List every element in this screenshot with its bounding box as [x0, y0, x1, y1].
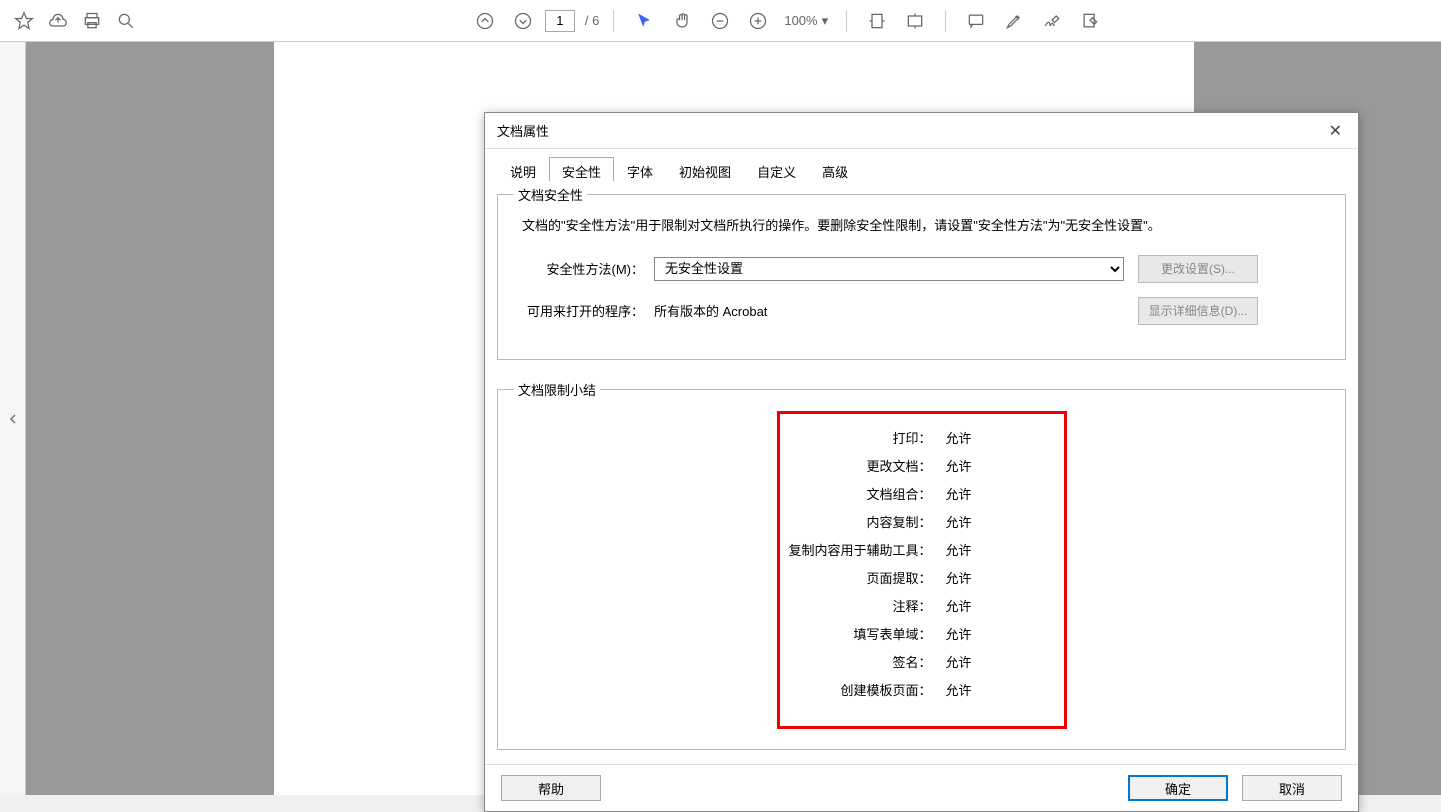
tab-advanced[interactable]: 高级 [809, 157, 861, 181]
arrow-tool-icon[interactable] [628, 5, 660, 37]
print-icon[interactable] [76, 5, 108, 37]
cloud-upload-icon[interactable] [42, 5, 74, 37]
summary-fieldset: 文档限制小结 打印：允许更改文档：允许文档组合：允许内容复制：允许复制内容用于辅… [497, 380, 1346, 750]
page-total: / 6 [585, 13, 599, 28]
change-settings-button[interactable]: 更改设置(S)... [1138, 255, 1258, 283]
comment-icon[interactable] [960, 5, 992, 37]
separator [846, 10, 847, 32]
summary-value: 允许 [946, 512, 972, 531]
summary-label: 文档组合： [780, 484, 940, 503]
summary-row: 创建模板页面： 允许 [780, 676, 1064, 704]
summary-row: 文档组合： 允许 [780, 480, 1064, 508]
dialog-footer: 帮助 确定 取消 [485, 764, 1358, 811]
summary-row: 更改文档： 允许 [780, 452, 1064, 480]
summary-label: 页面提取： [780, 568, 940, 587]
summary-row: 签名： 允许 [780, 648, 1064, 676]
toolbar-center: / 6 100% ▾ [142, 5, 1433, 37]
tab-security[interactable]: 安全性 [549, 157, 614, 181]
open-with-value: 所有版本的 Acrobat [654, 301, 1124, 320]
summary-label: 签名： [780, 652, 940, 671]
summary-row: 内容复制： 允许 [780, 508, 1064, 536]
open-with-label: 可用来打开的程序： [514, 301, 654, 320]
page-number-input[interactable] [545, 10, 575, 32]
cancel-button[interactable]: 取消 [1242, 775, 1342, 801]
summary-value: 允许 [946, 568, 972, 587]
hand-tool-icon[interactable] [666, 5, 698, 37]
separator [945, 10, 946, 32]
summary-label: 注释： [780, 596, 940, 615]
page-down-icon[interactable] [507, 5, 539, 37]
summary-row: 填写表单域： 允许 [780, 620, 1064, 648]
sidebar-expand-handle[interactable] [0, 42, 26, 795]
zoom-out-icon[interactable] [704, 5, 736, 37]
close-icon[interactable]: ✕ [1325, 117, 1346, 145]
tab-custom[interactable]: 自定义 [744, 157, 809, 181]
security-description: 文档的"安全性方法"用于限制对文档所执行的操作。要删除安全性限制，请设置"安全性… [514, 216, 1329, 237]
red-highlight-box: 打印：允许更改文档：允许文档组合：允许内容复制：允许复制内容用于辅助工具：允许页… [777, 411, 1067, 729]
security-method-label: 安全性方法(M)： [514, 259, 654, 278]
summary-row: 注释： 允许 [780, 592, 1064, 620]
search-icon[interactable] [110, 5, 142, 37]
summary-label: 打印： [780, 428, 940, 447]
summary-label: 填写表单域： [780, 624, 940, 643]
main-toolbar: / 6 100% ▾ [0, 0, 1441, 42]
toolbar-left [8, 5, 142, 37]
document-properties-dialog: 文档属性 ✕ 说明 安全性 字体 初始视图 自定义 高级 文档安全性 文档的"安… [484, 112, 1359, 812]
summary-row: 打印： 允许 [780, 424, 1064, 452]
edit-icon[interactable] [1074, 5, 1106, 37]
summary-value: 允许 [946, 540, 972, 559]
security-legend: 文档安全性 [514, 185, 587, 204]
help-button[interactable]: 帮助 [501, 775, 601, 801]
summary-legend: 文档限制小结 [514, 380, 600, 399]
summary-value: 允许 [946, 652, 972, 671]
security-fieldset: 文档安全性 文档的"安全性方法"用于限制对文档所执行的操作。要删除安全性限制，请… [497, 185, 1346, 360]
summary-value: 允许 [946, 596, 972, 615]
security-method-select[interactable]: 无安全性设置 [654, 257, 1124, 281]
summary-value: 允许 [946, 680, 972, 699]
dialog-body: 文档安全性 文档的"安全性方法"用于限制对文档所执行的操作。要删除安全性限制，请… [485, 185, 1358, 755]
zoom-level[interactable]: 100% ▾ [784, 13, 828, 29]
fit-page-icon[interactable] [899, 5, 931, 37]
show-details-button[interactable]: 显示详细信息(D)... [1138, 297, 1258, 325]
summary-row: 复制内容用于辅助工具： 允许 [780, 536, 1064, 564]
sign-icon[interactable] [1036, 5, 1068, 37]
star-icon[interactable] [8, 5, 40, 37]
summary-value: 允许 [946, 428, 972, 447]
tab-initial-view[interactable]: 初始视图 [666, 157, 744, 181]
summary-label: 创建模板页面： [780, 680, 940, 699]
highlight-icon[interactable] [998, 5, 1030, 37]
summary-label: 复制内容用于辅助工具： [780, 540, 940, 559]
ok-button[interactable]: 确定 [1128, 775, 1228, 801]
security-method-row: 安全性方法(M)： 无安全性设置 更改设置(S)... [514, 255, 1329, 283]
open-with-row: 可用来打开的程序： 所有版本的 Acrobat 显示详细信息(D)... [514, 297, 1329, 325]
summary-row: 页面提取： 允许 [780, 564, 1064, 592]
zoom-in-icon[interactable] [742, 5, 774, 37]
dialog-titlebar[interactable]: 文档属性 ✕ [485, 113, 1358, 149]
summary-value: 允许 [946, 484, 972, 503]
tab-description[interactable]: 说明 [497, 157, 549, 181]
summary-value: 允许 [946, 624, 972, 643]
chevron-down-icon: ▾ [822, 13, 829, 29]
summary-label: 更改文档： [780, 456, 940, 475]
tab-fonts[interactable]: 字体 [614, 157, 666, 181]
dialog-title: 文档属性 [497, 121, 549, 140]
summary-value: 允许 [946, 456, 972, 475]
separator [613, 10, 614, 32]
fit-width-icon[interactable] [861, 5, 893, 37]
summary-label: 内容复制： [780, 512, 940, 531]
tab-strip: 说明 安全性 字体 初始视图 自定义 高级 [485, 149, 1358, 181]
page-up-icon[interactable] [469, 5, 501, 37]
